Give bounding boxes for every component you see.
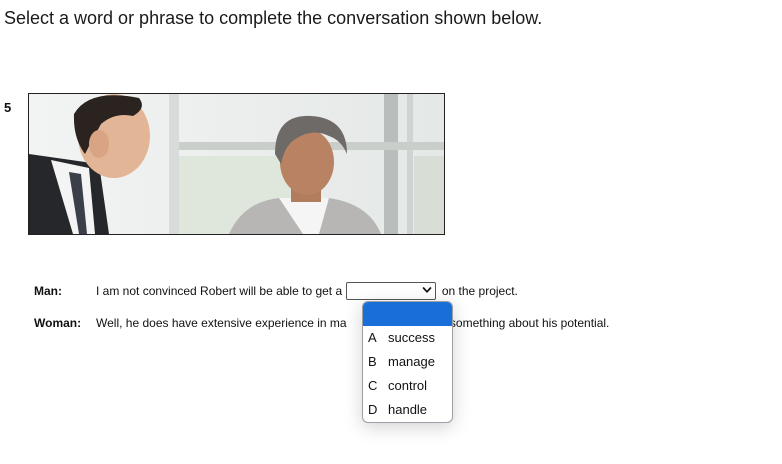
- option-letter: B: [368, 354, 377, 369]
- man-text-before: I am not convinced Robert will be able t…: [96, 284, 343, 298]
- woman-text-after: ys something about his potential.: [434, 316, 610, 330]
- instruction-text: Select a word or phrase to complete the …: [4, 8, 543, 28]
- dropdown-option-blank[interactable]: [363, 302, 452, 326]
- dropdown-option-c[interactable]: Ccontrol: [363, 374, 452, 398]
- question-number: 5: [4, 100, 12, 115]
- office-meeting-image: [29, 94, 444, 234]
- option-letter: A: [368, 330, 377, 345]
- man-speaker-label: Man:: [34, 284, 62, 298]
- dropdown-option-d[interactable]: Dhandle: [363, 398, 452, 422]
- option-letter: C: [368, 378, 378, 393]
- conversation-photo: [28, 93, 445, 235]
- woman-speaker-label: Woman:: [34, 316, 82, 330]
- option-label: control: [388, 378, 428, 393]
- man-text-after: on the project.: [441, 284, 518, 298]
- woman-text-before: Well, he does have extensive experience …: [96, 316, 347, 330]
- dropdown-option-a[interactable]: Asuccess: [363, 326, 452, 350]
- dropdown-option-b[interactable]: Bmanage: [363, 350, 452, 374]
- option-label: manage: [388, 354, 435, 369]
- option-label: handle: [388, 402, 428, 417]
- question-page: Select a word or phrase to complete the …: [0, 0, 782, 464]
- chevron-down-icon: [423, 286, 432, 293]
- man-utterance: I am not convinced Robert will be able t…: [96, 281, 518, 301]
- answer-select[interactable]: [346, 281, 437, 300]
- option-letter: D: [368, 402, 378, 417]
- woman-utterance: Well, he does have extensive experience …: [96, 314, 609, 332]
- answer-dropdown-list[interactable]: Asuccess Bmanage Ccontrol Dhandle: [362, 301, 453, 423]
- option-label: success: [388, 330, 435, 345]
